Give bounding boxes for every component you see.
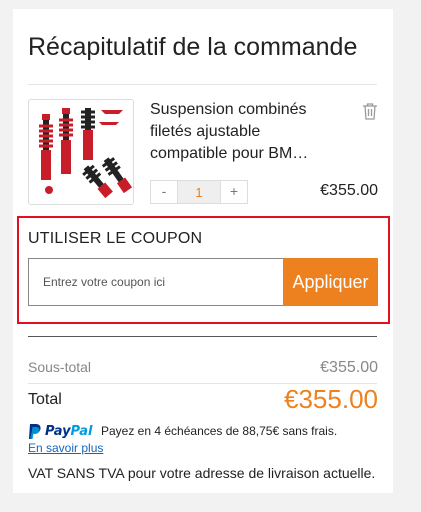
learn-more-link[interactable]: En savoir plus xyxy=(28,441,103,455)
paypal-p-icon xyxy=(29,423,41,439)
item-price: €355.00 xyxy=(320,182,378,199)
divider xyxy=(28,336,377,337)
paypal-logo-icon: PayPal xyxy=(28,422,92,440)
subtotal-value: €355.00 xyxy=(320,359,378,376)
paypal-installments-text: Payez en 4 échéances de 88,75€ sans frai… xyxy=(101,424,338,438)
product-thumbnail[interactable] xyxy=(28,99,134,205)
subtotal-label: Sous-total xyxy=(28,359,92,375)
coilover-image xyxy=(39,108,133,199)
trash-icon[interactable] xyxy=(362,102,378,120)
paypal-wordmark: PayPal xyxy=(45,423,93,439)
quantity-value[interactable]: 1 xyxy=(177,181,221,203)
coupon-label: UTILISER LE COUPON xyxy=(28,230,203,247)
total-value: €355.00 xyxy=(284,384,378,414)
vat-note: VAT SANS TVA pour votre adresse de livra… xyxy=(28,465,376,481)
apply-coupon-button[interactable]: Appliquer xyxy=(283,258,378,306)
divider xyxy=(28,84,377,85)
total-label: Total xyxy=(28,391,62,408)
page-title: Récapitulatif de la commande xyxy=(28,33,358,61)
quantity-decrement-button[interactable]: - xyxy=(151,181,177,203)
product-name[interactable]: Suspension combinés filetés ajustable co… xyxy=(150,99,340,165)
quantity-stepper: - 1 + xyxy=(150,180,248,204)
coupon-input[interactable] xyxy=(28,258,283,306)
quantity-increment-button[interactable]: + xyxy=(221,181,247,203)
order-summary-card: Récapitulatif de la commande Suspension … xyxy=(13,9,393,493)
